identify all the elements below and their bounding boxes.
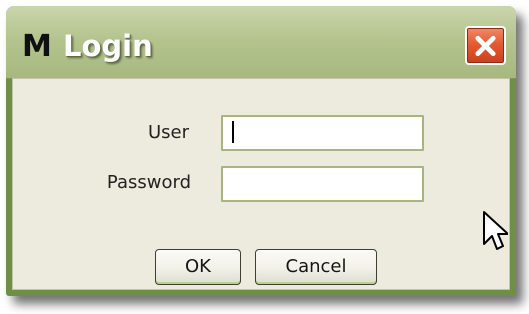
dialog-title: Login	[63, 29, 153, 63]
text-caret	[232, 121, 234, 143]
password-field[interactable]	[221, 166, 424, 202]
close-icon	[475, 35, 496, 56]
password-label: Password	[106, 172, 191, 193]
arrow-cursor-icon	[483, 211, 508, 250]
dialog-content: User Password OK Cancel	[12, 78, 510, 290]
title-bar[interactable]: M Login	[6, 6, 516, 79]
ok-button[interactable]: OK	[155, 249, 241, 285]
user-label: User	[147, 122, 189, 143]
close-button[interactable]	[465, 26, 506, 65]
cancel-button[interactable]: Cancel	[255, 249, 377, 285]
app-logo: M	[22, 29, 52, 64]
login-dialog: M Login User Password OK Cancel	[6, 6, 516, 296]
user-field[interactable]	[221, 115, 424, 151]
